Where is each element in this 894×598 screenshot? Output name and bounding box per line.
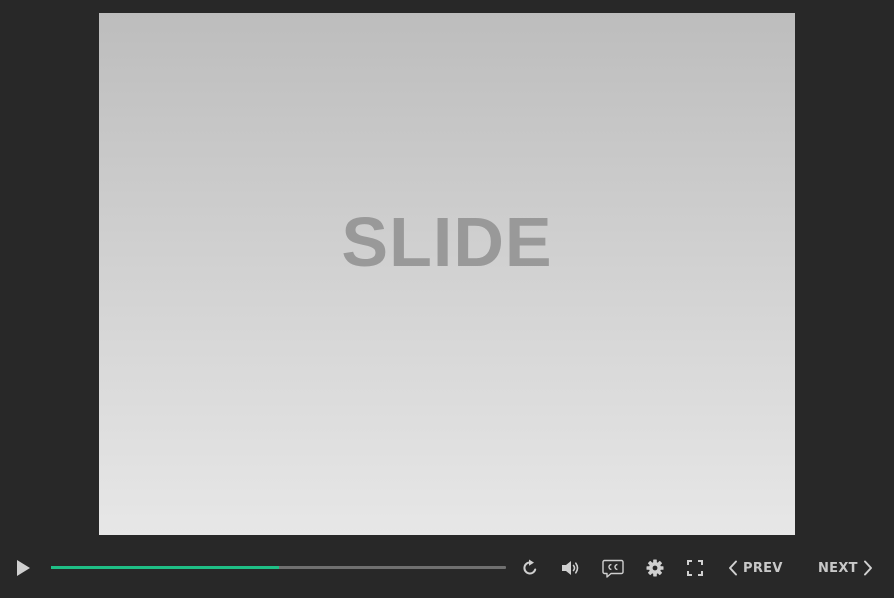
chevron-left-icon xyxy=(728,560,738,576)
slide-stage: SLIDE xyxy=(99,13,795,535)
replay-icon xyxy=(521,559,539,577)
gear-icon xyxy=(646,559,664,577)
play-icon xyxy=(15,559,31,577)
volume-button[interactable] xyxy=(557,548,585,588)
closed-captions-button[interactable] xyxy=(598,548,628,588)
slide-player: SLIDE PREV NEXT xyxy=(0,0,894,598)
closed-captions-icon xyxy=(602,559,624,578)
fullscreen-button[interactable] xyxy=(681,548,709,588)
chevron-right-icon xyxy=(863,560,873,576)
settings-button[interactable] xyxy=(641,548,669,588)
replay-button[interactable] xyxy=(516,548,544,588)
play-button[interactable] xyxy=(8,548,38,588)
seek-bar[interactable] xyxy=(51,566,506,569)
next-button[interactable]: NEXT xyxy=(818,548,880,588)
prev-button[interactable]: PREV xyxy=(728,548,790,588)
slide-title: SLIDE xyxy=(341,203,553,281)
volume-icon xyxy=(561,559,581,577)
prev-button-label: PREV xyxy=(743,560,783,576)
fullscreen-icon xyxy=(687,560,703,576)
seek-bar-progress xyxy=(51,566,279,569)
next-button-label: NEXT xyxy=(818,560,858,576)
control-bar: PREV NEXT xyxy=(0,548,894,588)
